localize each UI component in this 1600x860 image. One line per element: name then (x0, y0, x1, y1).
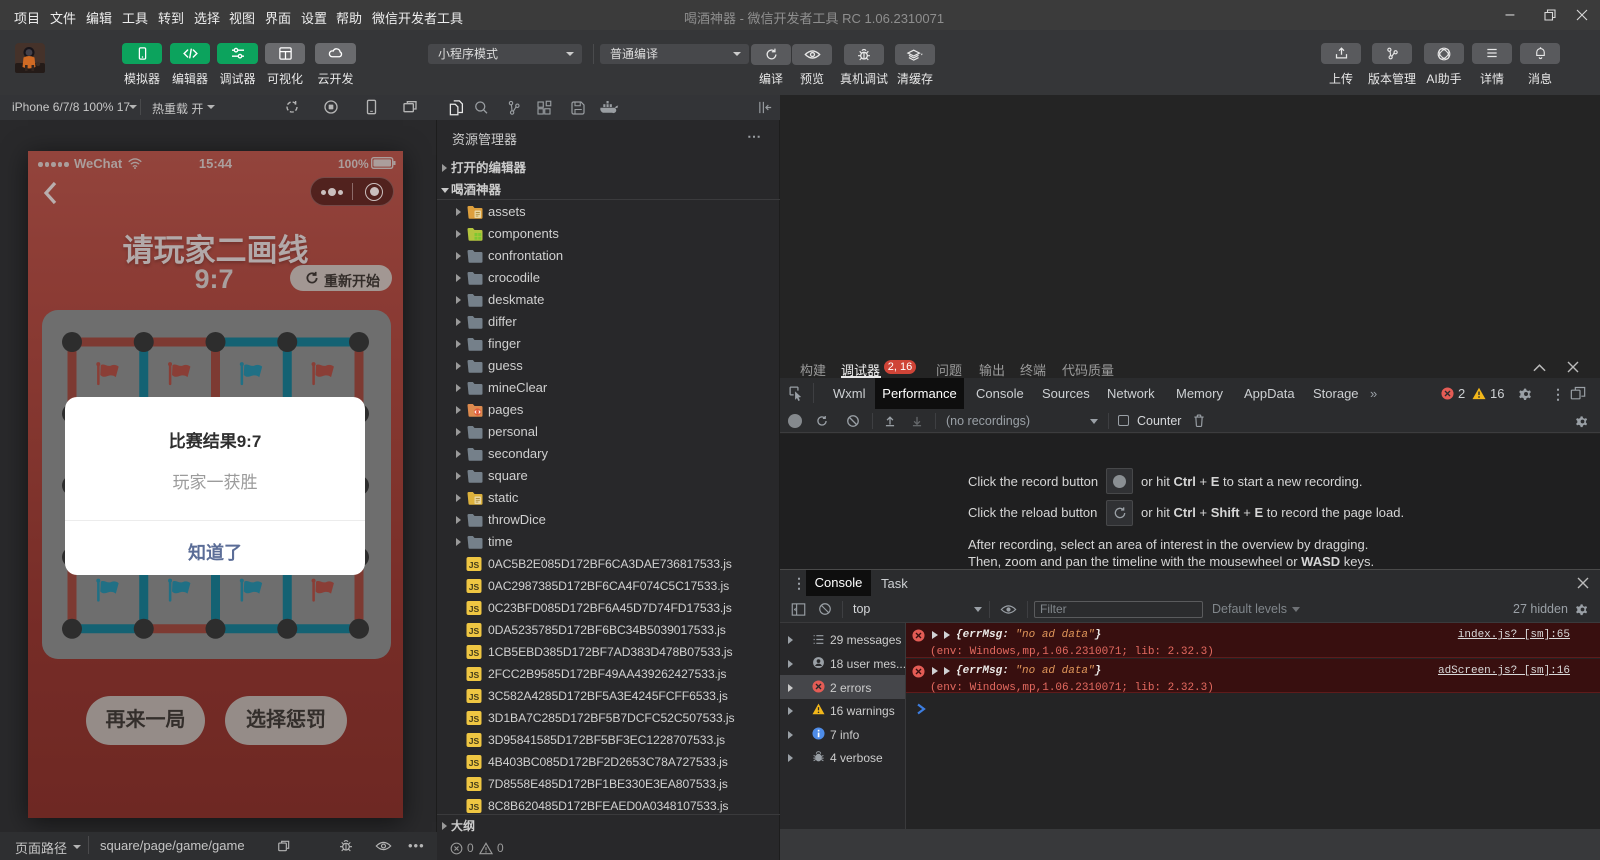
svg-text:JS: JS (469, 560, 480, 570)
svg-text:JS: JS (469, 648, 480, 658)
svg-text:JS: JS (469, 758, 480, 768)
svg-text:JS: JS (469, 626, 480, 636)
svg-text:JS: JS (469, 780, 480, 790)
svg-text:JS: JS (469, 714, 480, 724)
svg-text:JS: JS (469, 582, 480, 592)
svg-text:JS: JS (469, 802, 480, 812)
svg-text:JS: JS (469, 670, 480, 680)
svg-text:JS: JS (469, 692, 480, 702)
svg-text:JS: JS (469, 604, 480, 614)
svg-text:JS: JS (469, 736, 480, 746)
